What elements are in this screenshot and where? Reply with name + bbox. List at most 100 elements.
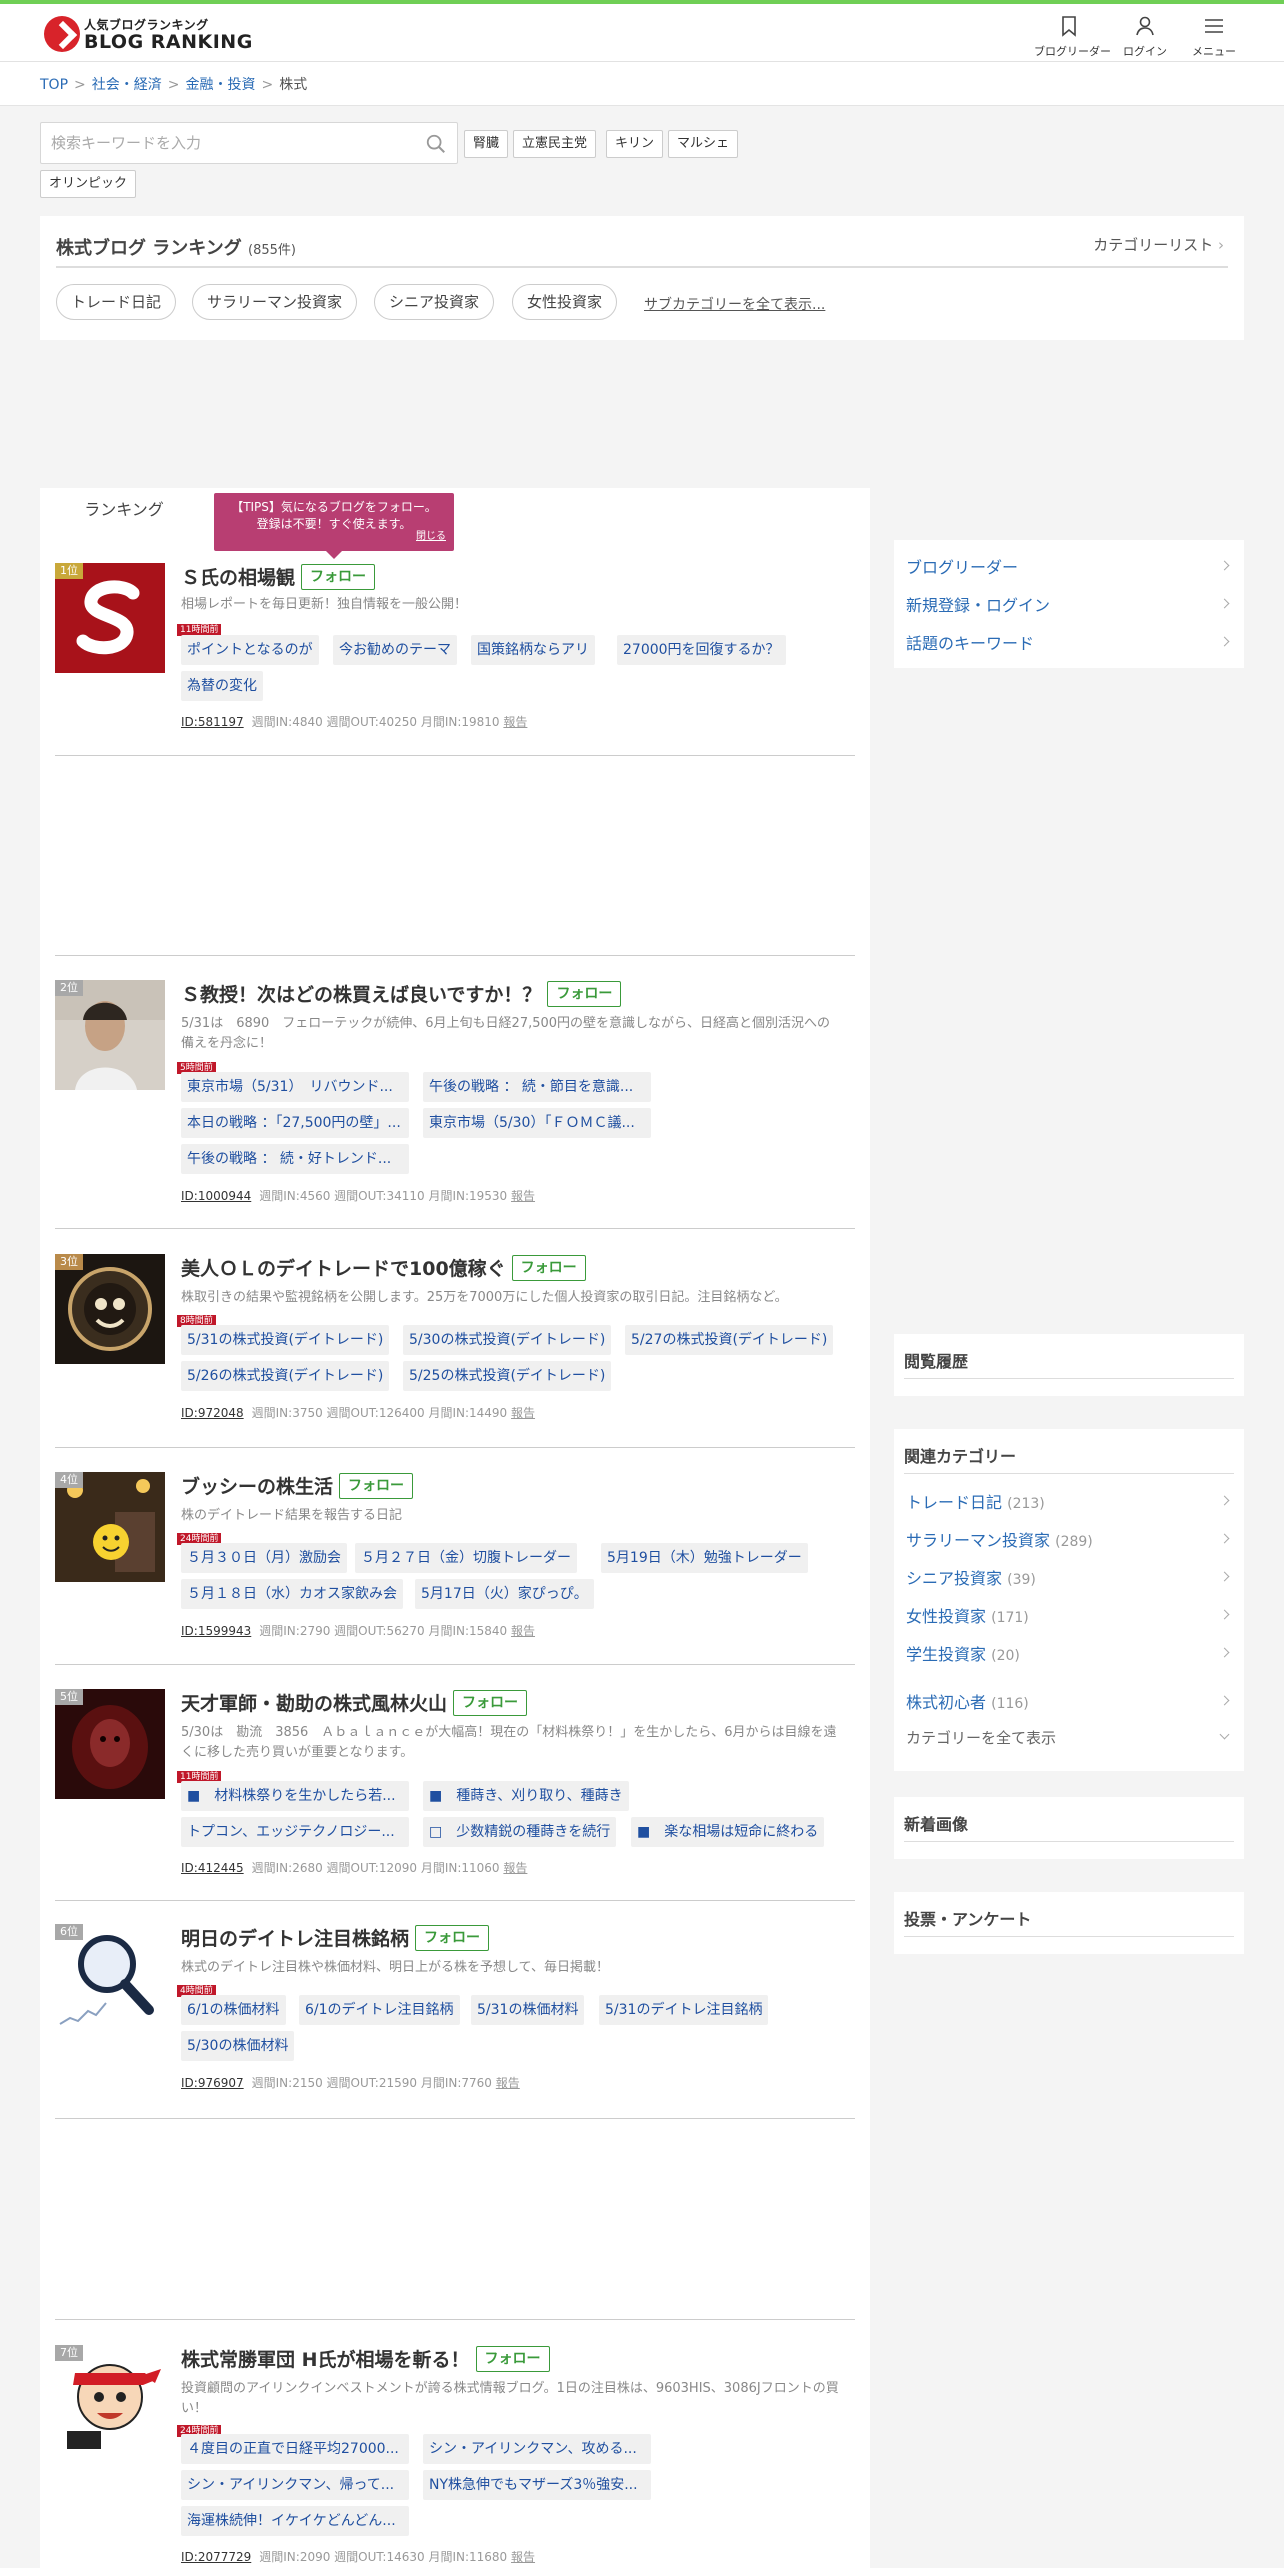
article-link[interactable]: 今お勧めのテーマ (333, 635, 457, 665)
related-category-link[interactable]: シニア投資家 (39) (906, 1565, 1036, 1589)
follow-button[interactable]: フォロー (475, 2345, 550, 2372)
follow-button[interactable]: フォロー (547, 980, 622, 1007)
article-link[interactable]: 6/1のデイトレ注目銘柄 (299, 1995, 460, 2025)
blog-title-link[interactable]: 天才軍師・勘助の株式風林火山 (181, 1693, 447, 1715)
blog-thumbnail[interactable] (55, 563, 165, 673)
article-link[interactable]: 午後の戦略 ： 続・好トレンド... (181, 1144, 409, 1174)
search-input[interactable] (41, 123, 411, 163)
report-link[interactable]: 報告 (511, 2550, 535, 2564)
sidebar-item-register-login[interactable]: 新規登録・ログイン (906, 592, 1050, 616)
site-logo[interactable]: 人気ブログランキング BLOG RANKING (44, 14, 252, 54)
article-link[interactable]: 6/1の株価材料 (181, 1995, 286, 2025)
keyword-chip[interactable]: オリンピック (40, 170, 137, 198)
article-link[interactable]: シン・アイリンクマン、帰って... (181, 2470, 409, 2500)
breadcrumb-society-economy[interactable]: 社会・経済 (92, 77, 162, 93)
blog-title-link[interactable]: 株式常勝軍団 H氏が相場を斬る！ (181, 2349, 470, 2371)
article-link[interactable]: 5月17日（火）家ぴっぴ。 (415, 1579, 594, 1609)
article-link[interactable]: ■ 楽な相場は短命に終わる (631, 1817, 825, 1847)
related-category-link[interactable]: トレード日記 (213) (906, 1489, 1045, 1513)
follow-button[interactable]: フォロー (415, 1924, 490, 1951)
related-category-link[interactable]: サラリーマン投資家 (289) (906, 1527, 1093, 1551)
blog-thumbnail[interactable] (55, 2345, 165, 2455)
article-link[interactable]: 東京市場（5/31） リバウンド... (181, 1072, 409, 1102)
article-link[interactable]: 5/30の株価材料 (181, 2031, 295, 2061)
related-category-link[interactable]: 学生投資家 (20) (906, 1641, 1020, 1665)
article-link[interactable]: 27000円を回復するか？ (617, 635, 786, 665)
report-link[interactable]: 報告 (503, 715, 527, 729)
blog-id-link[interactable]: ID:976907 (181, 2076, 244, 2090)
article-link[interactable]: ■ 材料株祭りを生かしたら若... (181, 1781, 409, 1811)
blog-thumbnail[interactable] (55, 1254, 165, 1364)
blog-title-link[interactable]: Ｓ氏の相場観 (181, 567, 295, 589)
article-link[interactable]: □ 少数精鋭の種蒔きを続行 (423, 1817, 617, 1847)
search-icon[interactable] (425, 133, 447, 155)
menu-button[interactable]: メニュー (1179, 10, 1249, 60)
blog-reader-button[interactable]: ブログリーダー (1034, 10, 1111, 60)
follow-button[interactable]: フォロー (301, 563, 376, 590)
article-link[interactable]: トプコン、エッジテクノロジー... (181, 1817, 409, 1847)
keyword-chip[interactable]: 立憲民主党 (513, 130, 597, 158)
article-link[interactable]: 為替の変化 (181, 671, 263, 701)
article-link[interactable]: ５月３０日（月）激励会 (181, 1543, 347, 1573)
article-link[interactable]: ■ 種蒔き、刈り取り、種蒔き (423, 1781, 629, 1811)
report-link[interactable]: 報告 (511, 1406, 535, 1420)
article-link[interactable]: 国策銘柄ならアリ (471, 635, 595, 665)
show-all-subcategories-link[interactable]: サブカテゴリーを全て表示... (644, 294, 825, 314)
tab-ranking[interactable]: ランキング (40, 488, 208, 534)
subcategory-senior-investor[interactable]: シニア投資家 (374, 284, 495, 320)
follow-button[interactable]: フォロー (511, 1254, 586, 1281)
article-link[interactable]: ４度目の正直で日経平均27000... (181, 2434, 409, 2464)
breadcrumb-top[interactable]: TOP (40, 77, 68, 93)
blog-id-link[interactable]: ID:581197 (181, 715, 244, 729)
article-link[interactable]: 5/31の株価材料 (471, 1995, 585, 2025)
article-link[interactable]: 5/31のデイトレ注目銘柄 (599, 1995, 769, 2025)
blog-title-link[interactable]: Ｓ教授！次はどの株買えば良いですか！？ (181, 984, 541, 1006)
keyword-chip[interactable]: マルシェ (668, 130, 739, 158)
tooltip-close-button[interactable]: 閉じる (416, 528, 446, 545)
report-link[interactable]: 報告 (503, 1861, 527, 1875)
subcategory-trade-diary[interactable]: トレード日記 (56, 284, 177, 320)
article-link[interactable]: 5月19日（木）勉強トレーダー (601, 1543, 808, 1573)
article-link[interactable]: NY株急伸でもマザーズ3％強安... (423, 2470, 651, 2500)
blog-title-link[interactable]: ブッシーの株生活 (181, 1476, 333, 1498)
article-link[interactable]: 午後の戦略 ： 続・節目を意識... (423, 1072, 651, 1102)
report-link[interactable]: 報告 (511, 1624, 535, 1638)
breadcrumb-finance[interactable]: 金融・投資 (185, 77, 255, 93)
keyword-chip[interactable]: 腎臓 (464, 130, 509, 158)
blog-thumbnail[interactable] (55, 1472, 165, 1582)
blog-title-link[interactable]: 明日のデイトレ注目株銘柄 (181, 1928, 409, 1950)
blog-id-link[interactable]: ID:1599943 (181, 1624, 251, 1638)
follow-button[interactable]: フォロー (339, 1472, 414, 1499)
blog-id-link[interactable]: ID:412445 (181, 1861, 244, 1875)
show-all-categories-link[interactable]: カテゴリーを全て表示 (906, 1727, 1056, 1748)
article-link[interactable]: ポイントとなるのが (181, 635, 319, 665)
article-link[interactable]: 5/30の株式投資(デイトレード) (403, 1325, 612, 1355)
blog-title-link[interactable]: 美人ＯＬのデイトレードで100億稼ぐ (181, 1258, 506, 1280)
article-link[interactable]: 5/26の株式投資(デイトレード) (181, 1361, 390, 1391)
follow-button[interactable]: フォロー (453, 1689, 528, 1716)
article-link[interactable]: ５月１８日（水）カオス家飲み会 (181, 1579, 403, 1609)
login-button[interactable]: ログイン (1110, 10, 1180, 60)
article-link[interactable]: 本日の戦略 ：「27,500円の壁」... (181, 1108, 409, 1138)
article-link[interactable]: 5/31の株式投資(デイトレード) (181, 1325, 390, 1355)
category-list-link[interactable]: カテゴリーリスト › (1093, 234, 1224, 255)
blog-id-link[interactable]: ID:2077729 (181, 2550, 251, 2564)
article-link[interactable]: 海運株続伸！イケイケどんどん... (181, 2506, 409, 2536)
blog-thumbnail[interactable] (55, 1924, 165, 2034)
article-link[interactable]: シン・アイリンクマン、攻める... (423, 2434, 651, 2464)
sidebar-item-blog-reader[interactable]: ブログリーダー (906, 554, 1018, 578)
sidebar-item-trending-keywords[interactable]: 話題のキーワード (906, 630, 1034, 654)
report-link[interactable]: 報告 (511, 1189, 535, 1203)
article-link[interactable]: 東京市場（5/30）「ＦＯＭＣ議... (423, 1108, 651, 1138)
subcategory-salaryman-investor[interactable]: サラリーマン投資家 (192, 284, 358, 320)
blog-thumbnail[interactable] (55, 980, 165, 1090)
blog-thumbnail[interactable] (55, 1689, 165, 1799)
article-link[interactable]: 5/27の株式投資(デイトレード) (625, 1325, 834, 1355)
subcategory-women-investor[interactable]: 女性投資家 (512, 284, 618, 320)
report-link[interactable]: 報告 (496, 2076, 520, 2090)
related-category-link[interactable]: 女性投資家 (171) (906, 1603, 1029, 1627)
blog-id-link[interactable]: ID:1000944 (181, 1189, 251, 1203)
related-category-link[interactable]: 株式初心者 (116) (906, 1689, 1029, 1713)
article-link[interactable]: 5/25の株式投資(デイトレード) (403, 1361, 612, 1391)
blog-id-link[interactable]: ID:972048 (181, 1406, 244, 1420)
